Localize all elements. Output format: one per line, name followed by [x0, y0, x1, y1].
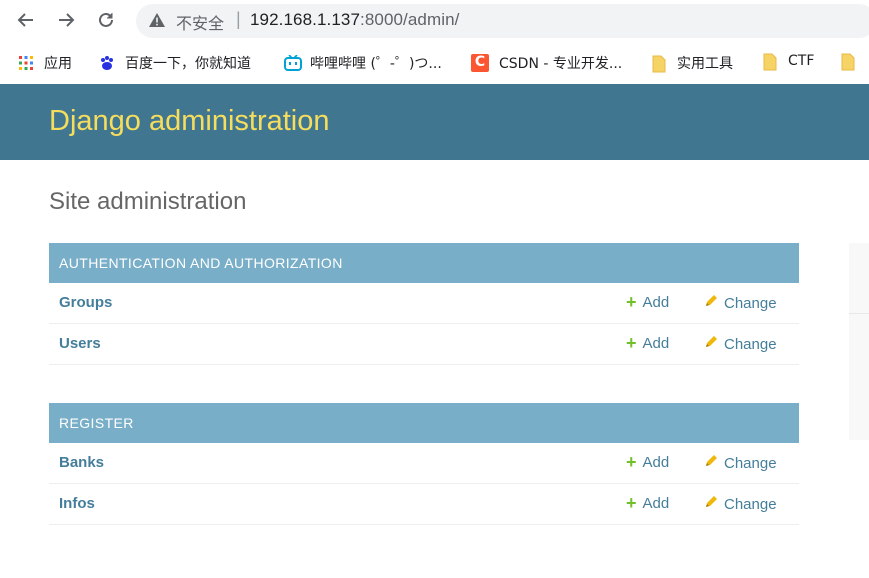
model-link-banks[interactable]: Banks: [59, 454, 104, 471]
add-link[interactable]: + Add: [626, 333, 670, 353]
change-label: Change: [724, 294, 777, 312]
address-bar[interactable]: [136, 4, 869, 38]
plus-icon: +: [626, 333, 637, 353]
add-label: Add: [642, 294, 670, 311]
back-icon[interactable]: [15, 9, 37, 31]
model-row: Users + Add Change: [49, 324, 799, 365]
change-label: Change: [724, 454, 777, 472]
pencil-icon: [704, 495, 718, 513]
model-link-infos[interactable]: Infos: [59, 495, 95, 512]
pencil-icon: [704, 335, 718, 353]
recent-actions-panel: [849, 243, 869, 440]
pencil-icon: [704, 294, 718, 312]
add-link[interactable]: + Add: [626, 292, 670, 312]
bookmark-label: 哔哩哔哩 (゜-゜)つ...: [310, 56, 442, 72]
url-text[interactable]: 192.168.1.137:8000/admin/: [250, 10, 460, 30]
bookmarks-bar: 应用 百度一下，你就知道 哔哩哔哩 (゜-゜)つ... C CSDN - 专业开…: [0, 42, 869, 84]
browser-toolbar: 不安全 | 192.168.1.137:8000/admin/: [0, 0, 869, 42]
folder-icon: [840, 53, 856, 71]
bookmark-label: CSDN - 专业开发...: [499, 56, 623, 72]
app-caption[interactable]: REGISTER: [49, 403, 799, 443]
bookmark-csdn[interactable]: C CSDN - 专业开发...: [471, 53, 622, 73]
url-path: :8000/admin/: [360, 10, 460, 29]
csdn-c-icon: C: [471, 54, 489, 72]
bookmark-baidu[interactable]: 百度一下，你就知道: [99, 53, 251, 73]
plus-icon: +: [626, 452, 637, 472]
url-host: 192.168.1.137: [250, 10, 361, 29]
add-link[interactable]: + Add: [626, 493, 670, 513]
reload-icon[interactable]: [95, 9, 117, 31]
bookmark-apps[interactable]: 应用: [18, 53, 72, 73]
panel-divider: [849, 313, 869, 314]
bookmark-label: CTF: [788, 53, 815, 69]
add-label: Add: [642, 335, 670, 352]
model-link-users[interactable]: Users: [59, 335, 101, 352]
folder-icon: [762, 53, 778, 71]
model-row: Infos + Add Change: [49, 484, 799, 525]
app-module-auth: AUTHENTICATION AND AUTHORIZATION Groups …: [49, 243, 799, 365]
model-link-groups[interactable]: Groups: [59, 294, 112, 311]
pencil-icon: [704, 454, 718, 472]
bookmark-folder-tools[interactable]: 实用工具: [651, 53, 733, 73]
plus-icon: +: [626, 493, 637, 513]
url-separator: |: [236, 9, 241, 29]
add-label: Add: [642, 495, 670, 512]
bookmark-bilibili[interactable]: 哔哩哔哩 (゜-゜)つ...: [284, 53, 442, 73]
change-label: Change: [724, 495, 777, 513]
app-caption[interactable]: AUTHENTICATION AND AUTHORIZATION: [49, 243, 799, 283]
plus-icon: +: [626, 292, 637, 312]
bookmark-label: 应用: [44, 56, 72, 72]
add-link[interactable]: + Add: [626, 452, 670, 472]
change-label: Change: [724, 335, 777, 353]
bookmark-label: 百度一下，你就知道: [125, 56, 251, 72]
add-label: Add: [642, 454, 670, 471]
bilibili-tv-icon: [284, 54, 302, 71]
site-brand[interactable]: Django administration: [49, 105, 329, 138]
bookmark-label: 实用工具: [677, 56, 733, 72]
forward-icon[interactable]: [55, 9, 77, 31]
apps-grid-icon: [18, 55, 34, 71]
page-title: Site administration: [49, 188, 247, 215]
model-row: Banks + Add Change: [49, 443, 799, 484]
change-link[interactable]: Change: [704, 495, 777, 513]
change-link[interactable]: Change: [704, 335, 777, 353]
baidu-paw-icon: [99, 55, 115, 71]
insecure-label[interactable]: 不安全: [176, 10, 224, 34]
app-module-register: REGISTER Banks + Add Change Infos + Add Ch…: [49, 403, 799, 525]
bookmark-folder-ctf[interactable]: CTF: [762, 53, 815, 71]
change-link[interactable]: Change: [704, 294, 777, 312]
change-link[interactable]: Change: [704, 454, 777, 472]
model-row: Groups + Add Change: [49, 283, 799, 324]
bookmark-folder-overflow[interactable]: [840, 53, 866, 71]
folder-icon: [651, 55, 667, 73]
warning-icon[interactable]: [148, 12, 166, 33]
